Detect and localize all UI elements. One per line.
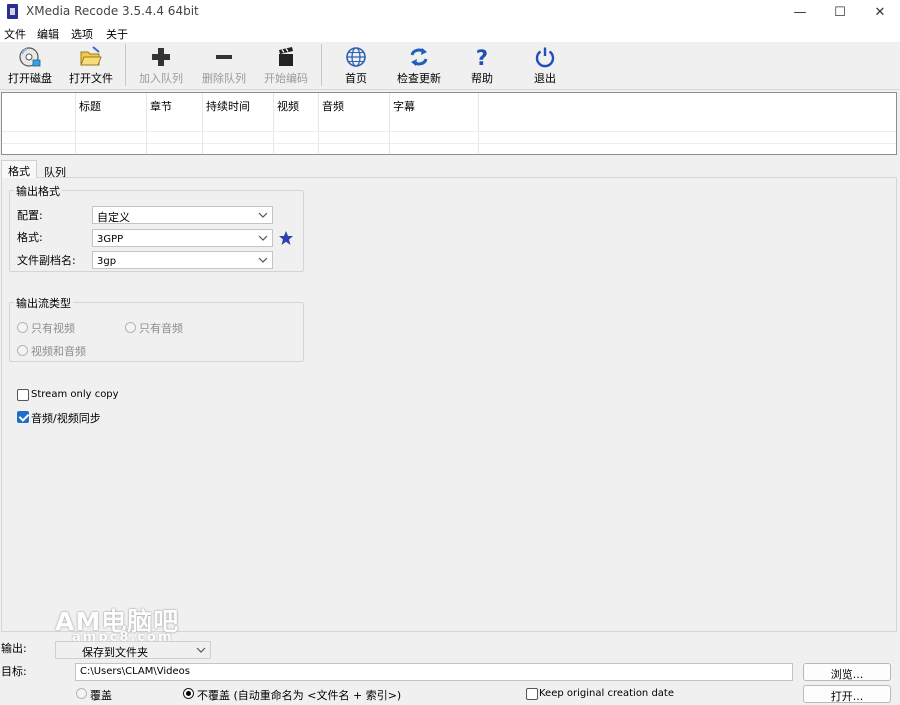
- home-button[interactable]: 首页: [326, 46, 386, 90]
- video-audio-label: 视频和音频: [31, 345, 86, 358]
- profile-label: 配置:: [17, 209, 43, 222]
- format-value: 3GPP: [97, 234, 124, 245]
- overwrite-radio[interactable]: [76, 688, 87, 699]
- maximize-button[interactable]: ☐: [818, 0, 862, 24]
- favorite-star-icon[interactable]: [278, 230, 294, 246]
- output-mode-select[interactable]: 保存到文件夹: [55, 641, 211, 659]
- remove-queue-label: 删除队列: [202, 72, 246, 85]
- disc-icon: [19, 47, 41, 67]
- app-icon: [7, 4, 18, 19]
- format-label: 格式:: [17, 231, 43, 244]
- minimize-button[interactable]: —: [778, 0, 822, 24]
- extension-label: 文件副档名:: [17, 254, 76, 267]
- chevron-down-icon: [258, 235, 268, 241]
- svg-text:?: ?: [476, 46, 488, 68]
- column-header-chapter[interactable]: 章节: [150, 98, 172, 114]
- keep-date-label: Keep original creation date: [539, 688, 674, 699]
- menu-options[interactable]: 选项: [71, 26, 93, 42]
- exit-button[interactable]: 退出: [515, 46, 575, 90]
- clapperboard-icon: [279, 47, 293, 66]
- menu-file[interactable]: 文件: [4, 26, 26, 42]
- column-divider: [389, 93, 390, 154]
- toolbar-separator: [321, 44, 322, 86]
- minus-icon: [216, 55, 232, 59]
- remove-queue-button[interactable]: 删除队列: [194, 46, 254, 90]
- target-path-input[interactable]: C:\Users\CLAM\Videos: [75, 663, 793, 681]
- open-disc-button[interactable]: 打开磁盘: [0, 46, 60, 90]
- video-only-label: 只有视频: [31, 322, 75, 335]
- start-encode-label: 开始编码: [264, 72, 308, 85]
- av-sync-checkbox[interactable]: [17, 411, 29, 423]
- no-overwrite-label: 不覆盖 (自动重命名为 <文件名 + 索引>): [197, 689, 402, 702]
- video-audio-radio[interactable]: [17, 345, 28, 356]
- toolbar-separator: [125, 44, 126, 86]
- help-button[interactable]: ? 帮助: [452, 46, 512, 90]
- extension-select[interactable]: 3gp: [92, 251, 273, 269]
- globe-icon: [346, 47, 366, 67]
- chevron-down-icon: [196, 647, 206, 653]
- stream-type-group-title: 输出流类型: [14, 295, 73, 311]
- overwrite-label: 覆盖: [90, 689, 112, 702]
- av-sync-label: 音频/视频同步: [31, 412, 101, 425]
- column-header-subtitle[interactable]: 字幕: [393, 98, 415, 114]
- start-encode-button[interactable]: 开始编码: [256, 46, 316, 90]
- open-file-label: 打开文件: [69, 72, 113, 85]
- stream-copy-label: Stream only copy: [31, 389, 119, 400]
- window-title: XMedia Recode 3.5.4.4 64bit: [26, 4, 199, 18]
- extension-value: 3gp: [97, 256, 117, 267]
- open-folder-button[interactable]: 打开...: [803, 685, 891, 703]
- close-button[interactable]: ✕: [858, 0, 900, 24]
- column-header-video[interactable]: 视频: [277, 98, 299, 114]
- menu-edit[interactable]: 编辑: [37, 26, 59, 42]
- tab-format[interactable]: 格式: [1, 160, 37, 178]
- column-divider: [146, 93, 147, 154]
- help-label: 帮助: [471, 72, 493, 85]
- column-divider: [273, 93, 274, 154]
- stream-copy-checkbox[interactable]: [17, 389, 29, 401]
- format-select[interactable]: 3GPP: [92, 229, 273, 247]
- open-disc-label: 打开磁盘: [8, 72, 52, 85]
- open-file-button[interactable]: 打开文件: [61, 46, 121, 90]
- column-divider: [478, 93, 479, 154]
- target-label: 目标:: [1, 665, 27, 678]
- check-update-button[interactable]: 检查更新: [389, 46, 449, 90]
- chevron-down-icon: [258, 212, 268, 218]
- menu-about[interactable]: 关于: [106, 26, 128, 42]
- row-divider: [2, 131, 896, 132]
- column-divider: [75, 93, 76, 154]
- output-mode-value: 保存到文件夹: [82, 646, 148, 659]
- check-update-label: 检查更新: [397, 72, 441, 85]
- video-only-radio[interactable]: [17, 322, 28, 333]
- menu-bar: 文件 编辑 选项 关于: [0, 24, 900, 42]
- audio-only-label: 只有音频: [139, 322, 183, 335]
- title-bar: XMedia Recode 3.5.4.4 64bit — ☐ ✕: [0, 0, 900, 24]
- folder-open-icon: [80, 46, 102, 66]
- row-divider: [2, 143, 896, 144]
- output-label: 输出:: [1, 642, 27, 655]
- column-divider: [318, 93, 319, 154]
- output-format-group-title: 输出格式: [14, 183, 62, 199]
- column-divider: [202, 93, 203, 154]
- column-header-title[interactable]: 标题: [79, 98, 101, 114]
- question-icon: ?: [476, 46, 488, 68]
- no-overwrite-radio[interactable]: [183, 688, 194, 699]
- audio-only-radio[interactable]: [125, 322, 136, 333]
- tab-queue[interactable]: 队列: [38, 162, 72, 179]
- home-label: 首页: [345, 72, 367, 85]
- profile-select[interactable]: 自定义: [92, 206, 273, 224]
- file-list-table[interactable]: 标题 章节 持续时间 视频 音频 字幕: [1, 92, 897, 155]
- plus-icon: [152, 48, 170, 66]
- keep-date-checkbox[interactable]: [526, 688, 538, 700]
- exit-label: 退出: [534, 72, 556, 85]
- browse-button[interactable]: 浏览...: [803, 663, 891, 681]
- column-header-duration[interactable]: 持续时间: [206, 98, 250, 114]
- add-queue-button[interactable]: 加入队列: [131, 46, 191, 90]
- add-queue-label: 加入队列: [139, 72, 183, 85]
- chevron-down-icon: [258, 257, 268, 263]
- refresh-icon: [410, 48, 428, 66]
- profile-value: 自定义: [97, 211, 130, 224]
- power-icon: [535, 47, 555, 68]
- column-header-audio[interactable]: 音频: [322, 98, 344, 114]
